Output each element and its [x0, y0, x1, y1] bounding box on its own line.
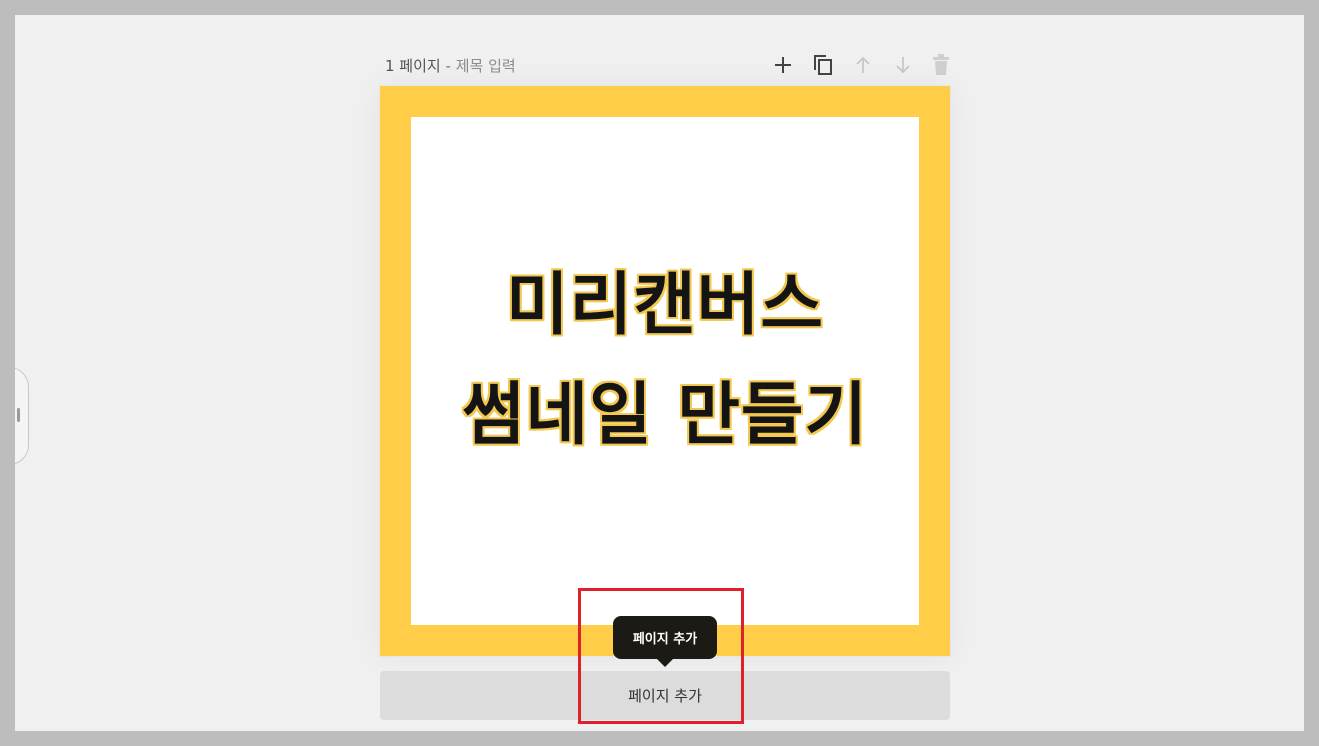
- editor-workspace: 1 페이지 - 제목 입력 미리캔버스 썸네일 만들기 페이지 추가 페이지 추…: [15, 15, 1304, 731]
- duplicate-page-button[interactable]: [809, 51, 837, 79]
- grip-icon: [17, 408, 20, 422]
- title-separator: -: [445, 57, 451, 75]
- add-page-button[interactable]: 페이지 추가: [380, 671, 950, 720]
- page-canvas[interactable]: 미리캔버스 썸네일 만들기: [380, 86, 950, 656]
- trash-icon: [933, 54, 949, 75]
- tooltip-text: 페이지 추가: [632, 632, 698, 647]
- arrow-down-icon: [896, 57, 910, 74]
- side-panel-toggle[interactable]: [15, 367, 29, 465]
- arrow-up-icon: [856, 56, 870, 73]
- page-number-label: 1 페이지: [385, 57, 441, 75]
- page-title-input[interactable]: 제목 입력: [456, 57, 516, 75]
- delete-page-button[interactable]: [927, 51, 955, 79]
- move-page-down-button[interactable]: [889, 51, 917, 79]
- canvas-inner-panel: 미리캔버스 썸네일 만들기: [411, 117, 919, 625]
- add-page-label: 페이지 추가: [628, 687, 702, 705]
- heading-line-1: 미리캔버스: [506, 266, 824, 345]
- plus-icon: [775, 57, 791, 73]
- heading-line-2: 썸네일 만들기: [461, 376, 869, 455]
- page-title: 1 페이지 - 제목 입력: [385, 55, 516, 76]
- copy-icon: [814, 55, 832, 75]
- move-page-up-button[interactable]: [849, 51, 877, 79]
- thumbnail-heading[interactable]: 미리캔버스 썸네일 만들기: [411, 251, 919, 471]
- add-page-tool-button[interactable]: [769, 51, 797, 79]
- add-page-tooltip: 페이지 추가: [613, 616, 717, 667]
- page-header: 1 페이지 - 제목 입력: [385, 51, 955, 79]
